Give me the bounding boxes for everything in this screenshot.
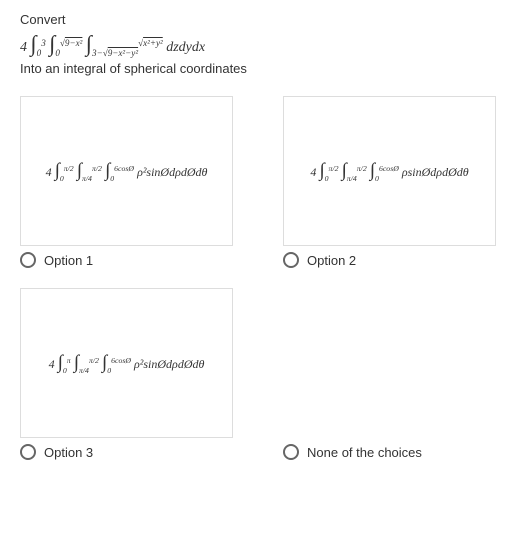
- option-3-formula: 4 ∫0π ∫π/4π/2 ∫06cosØ ρ²sinØdρdØdθ: [49, 352, 205, 374]
- options-grid: 4 ∫0π/2 ∫π/4π/2 ∫06cosØ ρ²sinØdρdØdθ Opt…: [20, 96, 496, 472]
- option-3-card: 4 ∫0π ∫π/4π/2 ∫06cosØ ρ²sinØdρdØdθ: [20, 288, 233, 438]
- option-3-row[interactable]: Option 3: [20, 444, 233, 460]
- radio-icon[interactable]: [283, 252, 299, 268]
- question-header: Convert 4 ∫03 ∫0√9−x² ∫3−√9−x²−y²√x²+y² …: [20, 12, 496, 76]
- main-integral: 4 ∫03 ∫0√9−x² ∫3−√9−x²−y²√x²+y² dzdydx: [20, 31, 496, 57]
- option-2-label: Option 2: [307, 253, 356, 268]
- option-4-label: None of the choices: [307, 445, 422, 460]
- option-1-formula: 4 ∫0π/2 ∫π/4π/2 ∫06cosØ ρ²sinØdρdØdθ: [46, 160, 208, 182]
- radio-icon[interactable]: [20, 444, 36, 460]
- option-2-formula: 4 ∫0π/2 ∫π/4π/2 ∫06cosØ ρsinØdρdØdθ: [310, 160, 468, 182]
- option-2-card: 4 ∫0π/2 ∫π/4π/2 ∫06cosØ ρsinØdρdØdθ: [283, 96, 496, 246]
- option-1-label: Option 1: [44, 253, 93, 268]
- option-1-card: 4 ∫0π/2 ∫π/4π/2 ∫06cosØ ρ²sinØdρdØdθ: [20, 96, 233, 246]
- option-4-row[interactable]: None of the choices: [283, 444, 496, 460]
- option-1-row[interactable]: Option 1: [20, 252, 233, 268]
- convert-label: Convert: [20, 12, 496, 27]
- radio-icon[interactable]: [283, 444, 299, 460]
- radio-icon[interactable]: [20, 252, 36, 268]
- subtitle: Into an integral of spherical coordinate…: [20, 61, 496, 76]
- option-2-row[interactable]: Option 2: [283, 252, 496, 268]
- option-4-card: [283, 288, 496, 438]
- option-3-label: Option 3: [44, 445, 93, 460]
